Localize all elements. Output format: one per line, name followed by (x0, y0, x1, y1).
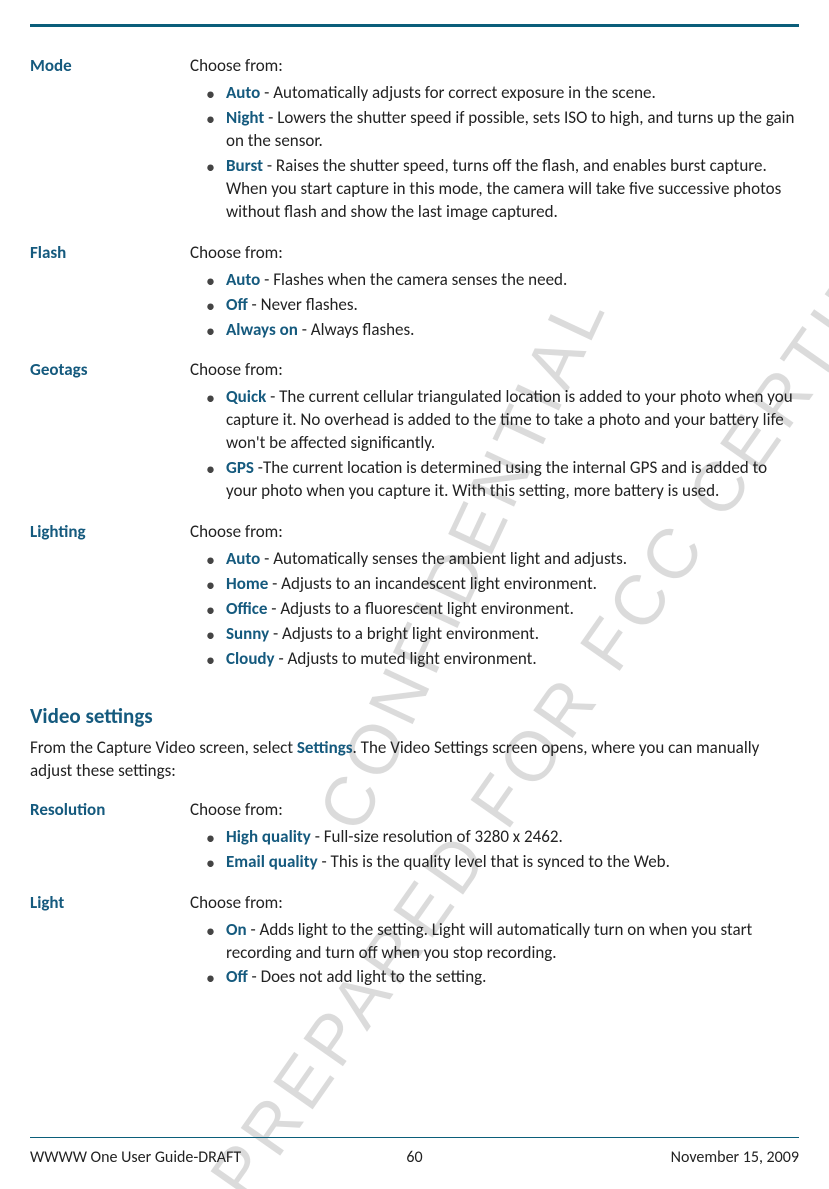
light-options: On - Adds light to the setting. Light wi… (190, 919, 799, 990)
setting-body-flash: Choose from: Auto - Flashes when the cam… (190, 242, 799, 356)
lighting-options: Auto - Automatically senses the ambient … (190, 548, 799, 671)
video-settings-intro: From the Capture Video screen, select Se… (30, 737, 799, 783)
opt-name: Burst (226, 155, 263, 176)
opt-name: Auto (226, 82, 260, 103)
opt-name: Off (226, 294, 248, 315)
list-item: Off - Never flashes. (212, 294, 799, 317)
setting-label-flash: Flash (30, 242, 190, 263)
list-item: Always on - Always flashes. (212, 319, 799, 342)
choose-text: Choose from: (190, 521, 799, 542)
opt-name: Auto (226, 269, 260, 290)
opt-desc: - Always flashes. (298, 319, 415, 340)
opt-name: Night (226, 107, 264, 128)
opt-desc: - Adjusts to an incandescent light envir… (268, 573, 597, 594)
setting-body-lighting: Choose from: Auto - Automatically senses… (190, 521, 799, 685)
list-item: Auto - Flashes when the camera senses th… (212, 269, 799, 292)
list-item: Off - Does not add light to the setting. (212, 966, 799, 989)
opt-name: On (226, 919, 247, 940)
opt-name: Quick (226, 386, 266, 407)
opt-desc: - Flashes when the camera senses the nee… (260, 269, 567, 290)
choose-text: Choose from: (190, 55, 799, 76)
opt-desc: - Adds light to the setting. Light will … (226, 919, 752, 963)
list-item: Auto - Automatically senses the ambient … (212, 548, 799, 571)
setting-geotags: Geotags Choose from: Quick - The current… (30, 359, 799, 517)
choose-text: Choose from: (190, 799, 799, 820)
opt-desc: - This is the quality level that is sync… (318, 851, 670, 872)
choose-text: Choose from: (190, 892, 799, 913)
opt-desc: -The current location is determined usin… (226, 457, 767, 501)
opt-name: GPS (226, 457, 254, 478)
setting-resolution: Resolution Choose from: High quality - F… (30, 799, 799, 888)
list-item: Night - Lowers the shutter speed if poss… (212, 107, 799, 153)
opt-name: Office (226, 598, 267, 619)
top-rule (30, 24, 799, 27)
list-item: On - Adds light to the setting. Light wi… (212, 919, 799, 965)
opt-desc: - Does not add light to the setting. (248, 966, 487, 987)
setting-label-light: Light (30, 892, 190, 913)
opt-name: Email quality (226, 851, 318, 872)
opt-name: Cloudy (226, 648, 275, 669)
opt-name: Sunny (226, 623, 269, 644)
opt-desc: - Never flashes. (248, 294, 358, 315)
opt-desc: - The current cellular triangulated loca… (226, 386, 793, 453)
page-footer: WWWW One User Guide-DRAFT 60 November 15… (30, 1137, 799, 1167)
setting-label-geotags: Geotags (30, 359, 190, 380)
setting-lighting: Lighting Choose from: Auto - Automatical… (30, 521, 799, 685)
list-item: Auto - Automatically adjusts for correct… (212, 82, 799, 105)
list-item: Quick - The current cellular triangulate… (212, 386, 799, 455)
mode-options: Auto - Automatically adjusts for correct… (190, 82, 799, 224)
video-settings-heading: Video settings (30, 703, 799, 729)
list-item: Sunny - Adjusts to a bright light enviro… (212, 623, 799, 646)
list-item: Home - Adjusts to an incandescent light … (212, 573, 799, 596)
setting-light: Light Choose from: On - Adds light to th… (30, 892, 799, 1004)
footer-page-number: 60 (30, 1148, 799, 1167)
list-item: GPS -The current location is determined … (212, 457, 799, 503)
opt-name: Off (226, 966, 248, 987)
opt-desc: - Automatically adjusts for correct expo… (260, 82, 655, 103)
geotags-options: Quick - The current cellular triangulate… (190, 386, 799, 503)
opt-name: High quality (226, 826, 311, 847)
setting-body-mode: Choose from: Auto - Automatically adjust… (190, 55, 799, 238)
choose-text: Choose from: (190, 359, 799, 380)
opt-desc: - Full-size resolution of 3280 x 2462. (311, 826, 563, 847)
settings-link-inline: Settings (297, 737, 353, 758)
setting-body-light: Choose from: On - Adds light to the sett… (190, 892, 799, 1004)
list-item: Office - Adjusts to a fluorescent light … (212, 598, 799, 621)
setting-label-mode: Mode (30, 55, 190, 76)
list-item: High quality - Full-size resolution of 3… (212, 826, 799, 849)
setting-body-geotags: Choose from: Quick - The current cellula… (190, 359, 799, 517)
opt-desc: - Adjusts to a bright light environment. (269, 623, 539, 644)
page-content: Mode Choose from: Auto - Automatically a… (30, 55, 799, 1003)
list-item: Burst - Raises the shutter speed, turns … (212, 155, 799, 224)
intro-pre: From the Capture Video screen, select (30, 737, 297, 758)
opt-name: Auto (226, 548, 260, 569)
opt-desc: - Lowers the shutter speed if possible, … (226, 107, 794, 151)
flash-options: Auto - Flashes when the camera senses th… (190, 269, 799, 342)
list-item: Cloudy - Adjusts to muted light environm… (212, 648, 799, 671)
opt-desc: - Automatically senses the ambient light… (260, 548, 627, 569)
opt-name: Home (226, 573, 268, 594)
setting-mode: Mode Choose from: Auto - Automatically a… (30, 55, 799, 238)
setting-label-lighting: Lighting (30, 521, 190, 542)
opt-desc: - Adjusts to muted light environment. (275, 648, 537, 669)
opt-desc: - Adjusts to a fluorescent light environ… (267, 598, 573, 619)
setting-label-resolution: Resolution (30, 799, 190, 820)
opt-desc: - Raises the shutter speed, turns off th… (226, 155, 781, 222)
list-item: Email quality - This is the quality leve… (212, 851, 799, 874)
choose-text: Choose from: (190, 242, 799, 263)
resolution-options: High quality - Full-size resolution of 3… (190, 826, 799, 874)
setting-flash: Flash Choose from: Auto - Flashes when t… (30, 242, 799, 356)
opt-name: Always on (226, 319, 298, 340)
setting-body-resolution: Choose from: High quality - Full-size re… (190, 799, 799, 888)
